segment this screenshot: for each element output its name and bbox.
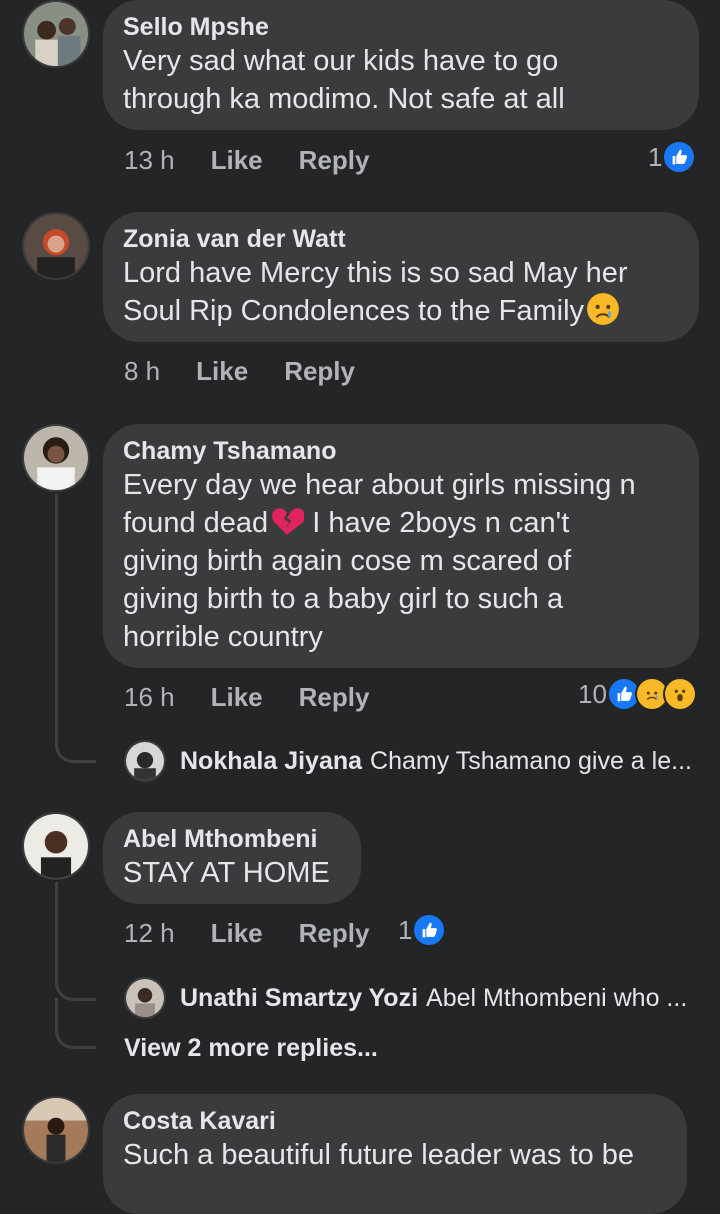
- thread-line: [55, 494, 58, 734]
- comment-author[interactable]: Sello Mpshe: [123, 12, 679, 42]
- reply-button[interactable]: Reply: [299, 682, 370, 713]
- reply-button[interactable]: Reply: [299, 145, 370, 176]
- reaction-summary[interactable]: 1: [398, 913, 447, 947]
- comment-text-body: Lord have Mercy this is so sad May her S…: [123, 257, 628, 327]
- reply-author[interactable]: Nokhala Jiyana: [180, 747, 362, 776]
- avatar[interactable]: [22, 212, 90, 280]
- comment-author[interactable]: Abel Mthombeni: [123, 824, 341, 854]
- reaction-count: 1: [648, 141, 663, 172]
- reply-text: Abel Mthombeni who ...: [426, 983, 688, 1012]
- reaction-count: 10: [578, 678, 607, 709]
- comment-bubble: Zonia van der Watt Lord have Mercy this …: [103, 212, 699, 342]
- reply-button[interactable]: Reply: [284, 356, 355, 387]
- like-button[interactable]: Like: [211, 682, 263, 713]
- avatar[interactable]: [22, 0, 90, 68]
- comment-time[interactable]: 12 h: [124, 918, 175, 949]
- reply-preview[interactable]: Unathi Smartzy Yozi Abel Mthombeni who .…: [124, 976, 704, 1020]
- comment-time[interactable]: 13 h: [124, 145, 175, 176]
- comment-author[interactable]: Costa Kavari: [123, 1106, 667, 1136]
- like-button[interactable]: Like: [196, 356, 248, 387]
- comment-author[interactable]: Zonia van der Watt: [123, 224, 679, 254]
- comment-actions: 8 h Like Reply: [124, 354, 355, 388]
- reply-preview[interactable]: Nokhala Jiyana Chamy Tshamano give a le.…: [124, 739, 704, 783]
- thread-connector: [55, 730, 96, 763]
- reply-text: Chamy Tshamano give a le...: [370, 746, 692, 775]
- reaction-summary[interactable]: 10: [578, 677, 697, 711]
- comment-bubble: Sello Mpshe Very sad what our kids have …: [103, 0, 699, 130]
- thread-connector: [55, 972, 96, 1001]
- avatar[interactable]: [22, 424, 90, 492]
- view-more-replies-link[interactable]: View 2 more replies...: [124, 1034, 378, 1063]
- wow-icon: [662, 677, 697, 711]
- comment-text: Every day we hear about girls missing n …: [123, 466, 679, 656]
- comment-actions: 13 h Like Reply: [124, 143, 369, 177]
- comment-bubble: Abel Mthombeni STAY AT HOME: [103, 812, 361, 904]
- thread-line: [55, 882, 58, 982]
- reply-button[interactable]: Reply: [299, 918, 370, 949]
- reaction-count: 1: [398, 914, 413, 945]
- broken-heart-emoji: [270, 504, 305, 538]
- comment-time[interactable]: 8 h: [124, 356, 160, 387]
- reaction-summary[interactable]: 1: [648, 140, 697, 174]
- crying-face-emoji: [586, 292, 620, 326]
- like-button[interactable]: Like: [211, 145, 263, 176]
- comment-bubble: Chamy Tshamano Every day we hear about g…: [103, 424, 699, 668]
- comment-actions: 16 h Like Reply: [124, 680, 369, 714]
- like-icon: [662, 140, 697, 174]
- comment-actions: 12 h Like Reply: [124, 916, 369, 950]
- comment-text: Such a beautiful future leader was to be: [123, 1139, 635, 1171]
- comment-text: Lord have Mercy this is so sad May her S…: [123, 254, 679, 330]
- comment-text: STAY AT HOME: [123, 857, 330, 889]
- like-icon: [412, 913, 447, 947]
- thread-connector: [55, 998, 96, 1049]
- comment-author[interactable]: Chamy Tshamano: [123, 436, 679, 466]
- comment-time[interactable]: 16 h: [124, 682, 175, 713]
- comment-text: Very sad what our kids have to go throug…: [123, 45, 565, 115]
- reply-author[interactable]: Unathi Smartzy Yozi: [180, 984, 418, 1013]
- avatar[interactable]: [22, 1096, 90, 1164]
- like-button[interactable]: Like: [211, 918, 263, 949]
- avatar[interactable]: [22, 812, 90, 880]
- comment-bubble: Costa Kavari Such a beautiful future lea…: [103, 1094, 687, 1214]
